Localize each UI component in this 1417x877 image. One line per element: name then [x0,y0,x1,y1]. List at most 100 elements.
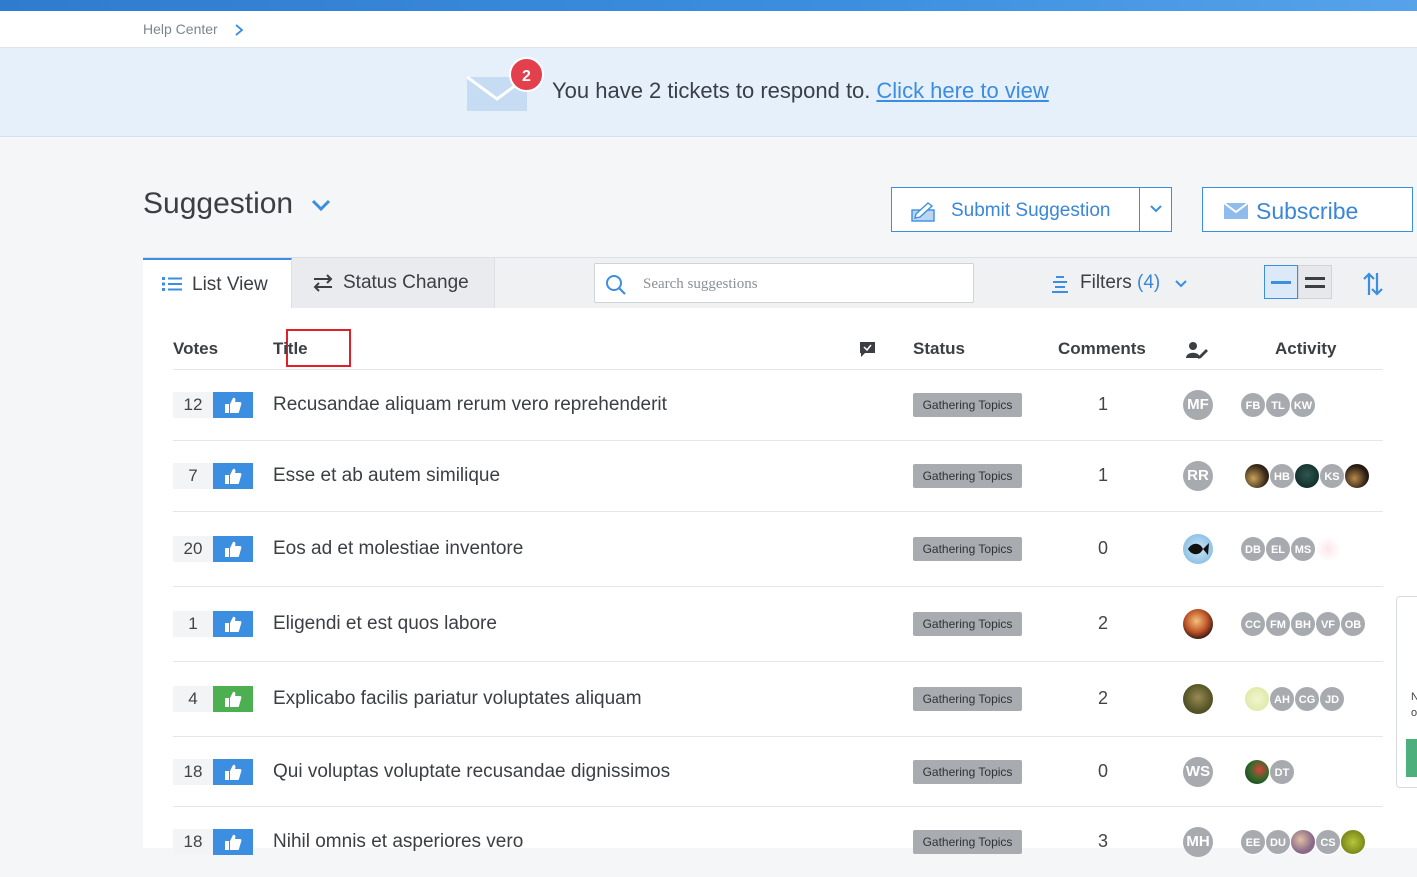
suggestion-title[interactable]: Eos ad et molestiae inventore [273,538,523,560]
avatar: BH [1290,611,1316,637]
suggestion-title[interactable]: Explicabo facilis pariatur voluptates al… [273,688,642,710]
avatar: AH [1269,686,1295,712]
suggestion-title[interactable]: Recusandae aliquam rerum vero reprehende… [273,394,667,416]
filters-count: (4) [1137,272,1161,293]
column-status[interactable]: Status [913,339,965,359]
tab-status-change-label: Status Change [343,272,469,293]
breadcrumb-help-center[interactable]: Help Center [143,21,218,37]
thumbs-up-icon [225,764,242,780]
comment-count: 0 [1097,538,1108,558]
chevron-down-icon [1150,205,1162,213]
chevron-right-icon [235,24,244,36]
avatar [1294,463,1320,489]
avatar: EL [1265,536,1291,562]
tab-status-change[interactable]: Status Change [292,258,495,308]
suggestion-title[interactable]: Esse et ab autem similique [273,465,500,487]
status-badge: Gathering Topics [913,393,1022,417]
upvote-button[interactable] [213,611,253,637]
vote-count: 20 [173,536,213,562]
status-badge: Gathering Topics [913,612,1022,636]
comment-count: 2 [1097,688,1108,708]
submit-options-dropdown[interactable] [1139,187,1172,232]
vote-count: 4 [173,686,213,712]
assignee-avatar: WS [1183,757,1213,787]
comfortable-view-toggle[interactable] [1298,265,1332,299]
fish-avatar-image [1188,543,1209,555]
comment-count: 1 [1097,465,1108,485]
side-feedback-widget[interactable]: N o [1396,596,1417,788]
vote-count: 7 [173,463,213,489]
filters-button[interactable]: Filters (4) [1080,272,1160,294]
upvote-button[interactable] [213,759,253,785]
sort-icon[interactable] [1362,271,1384,297]
avatar: CS [1315,829,1341,855]
column-activity[interactable]: Activity [1275,339,1336,359]
suggestion-title[interactable]: Nihil omnis et asperiores vero [273,831,523,853]
avatar [1315,536,1341,562]
side-widget-button[interactable] [1406,739,1417,777]
thumbs-up-icon [225,541,242,557]
avatar: FB [1240,392,1266,418]
double-lines-icon [1305,277,1325,288]
assignee-avatar: MH [1183,827,1213,857]
assignee-avatar [1183,684,1213,714]
submit-suggestion-label: Submit Suggestion [951,200,1111,221]
subscribe-button[interactable]: Subscribe [1202,187,1413,232]
table-row: 18 Nihil omnis et asperiores vero Gather… [173,807,1383,877]
compact-view-toggle[interactable] [1264,265,1298,299]
upvote-button[interactable] [213,536,253,562]
suggestion-title[interactable]: Qui voluptas voluptate recusandae dignis… [273,761,670,783]
search-icon [606,275,626,295]
avatar: TL [1265,392,1291,418]
chevron-down-icon[interactable] [310,197,332,213]
avatar: VF [1315,611,1341,637]
edit-document-icon [911,202,935,222]
assignee-icon [1186,342,1208,359]
avatar: MS [1290,536,1316,562]
banner-text: You have 2 tickets to respond to. [552,78,871,103]
breadcrumb-bar: Help Center [0,11,1417,48]
filter-icon [1052,276,1068,293]
column-title[interactable]: Title [273,339,308,359]
table-row: 20 Eos ad et molestiae inventore Gatheri… [173,512,1383,587]
chevron-down-icon[interactable] [1174,279,1188,289]
subscribe-label: Subscribe [1256,198,1359,224]
search-input[interactable] [641,270,965,298]
view-toolbar: List View Status Change Filters (4) [143,257,1417,309]
view-tickets-link[interactable]: Click here to view [876,78,1048,103]
table-row: 4 Explicabo facilis pariatur voluptates … [173,662,1383,737]
tab-list-view-label: List View [192,274,268,295]
avatar: OB [1340,611,1366,637]
table-row: 12 Recusandae aliquam rerum vero reprehe… [173,370,1383,441]
avatar [1340,829,1366,855]
search-box [594,263,974,303]
avatar [1344,463,1370,489]
status-badge: Gathering Topics [913,537,1022,561]
upvote-button[interactable] [213,392,253,418]
table-header: Votes Title Status Comments Activity [173,308,1383,370]
submit-suggestion-button[interactable]: Submit Suggestion [891,187,1140,232]
comment-count: 1 [1097,394,1108,414]
column-votes[interactable]: Votes [173,339,218,359]
thumbs-up-icon [225,834,242,850]
avatar [1244,686,1270,712]
avatar: JD [1319,686,1345,712]
table-row: 1 Eligendi et est quos labore Gathering … [173,587,1383,662]
upvote-button[interactable] [213,829,253,855]
avatar [1244,759,1270,785]
avatar: EE [1240,829,1266,855]
comment-count: 0 [1097,761,1108,781]
avatar: KW [1290,392,1316,418]
thumbs-up-icon [225,616,242,632]
upvote-button[interactable] [213,686,253,712]
suggestion-title[interactable]: Eligendi et est quos labore [273,613,497,635]
upvote-button[interactable] [213,463,253,489]
avatar [1244,463,1270,489]
avatar: CG [1294,686,1320,712]
assignee-avatar: MF [1183,390,1213,420]
avatar: HB [1269,463,1295,489]
avatar: DU [1265,829,1291,855]
status-badge: Gathering Topics [913,464,1022,488]
column-comments[interactable]: Comments [1058,339,1146,359]
tab-list-view[interactable]: List View [143,258,292,308]
